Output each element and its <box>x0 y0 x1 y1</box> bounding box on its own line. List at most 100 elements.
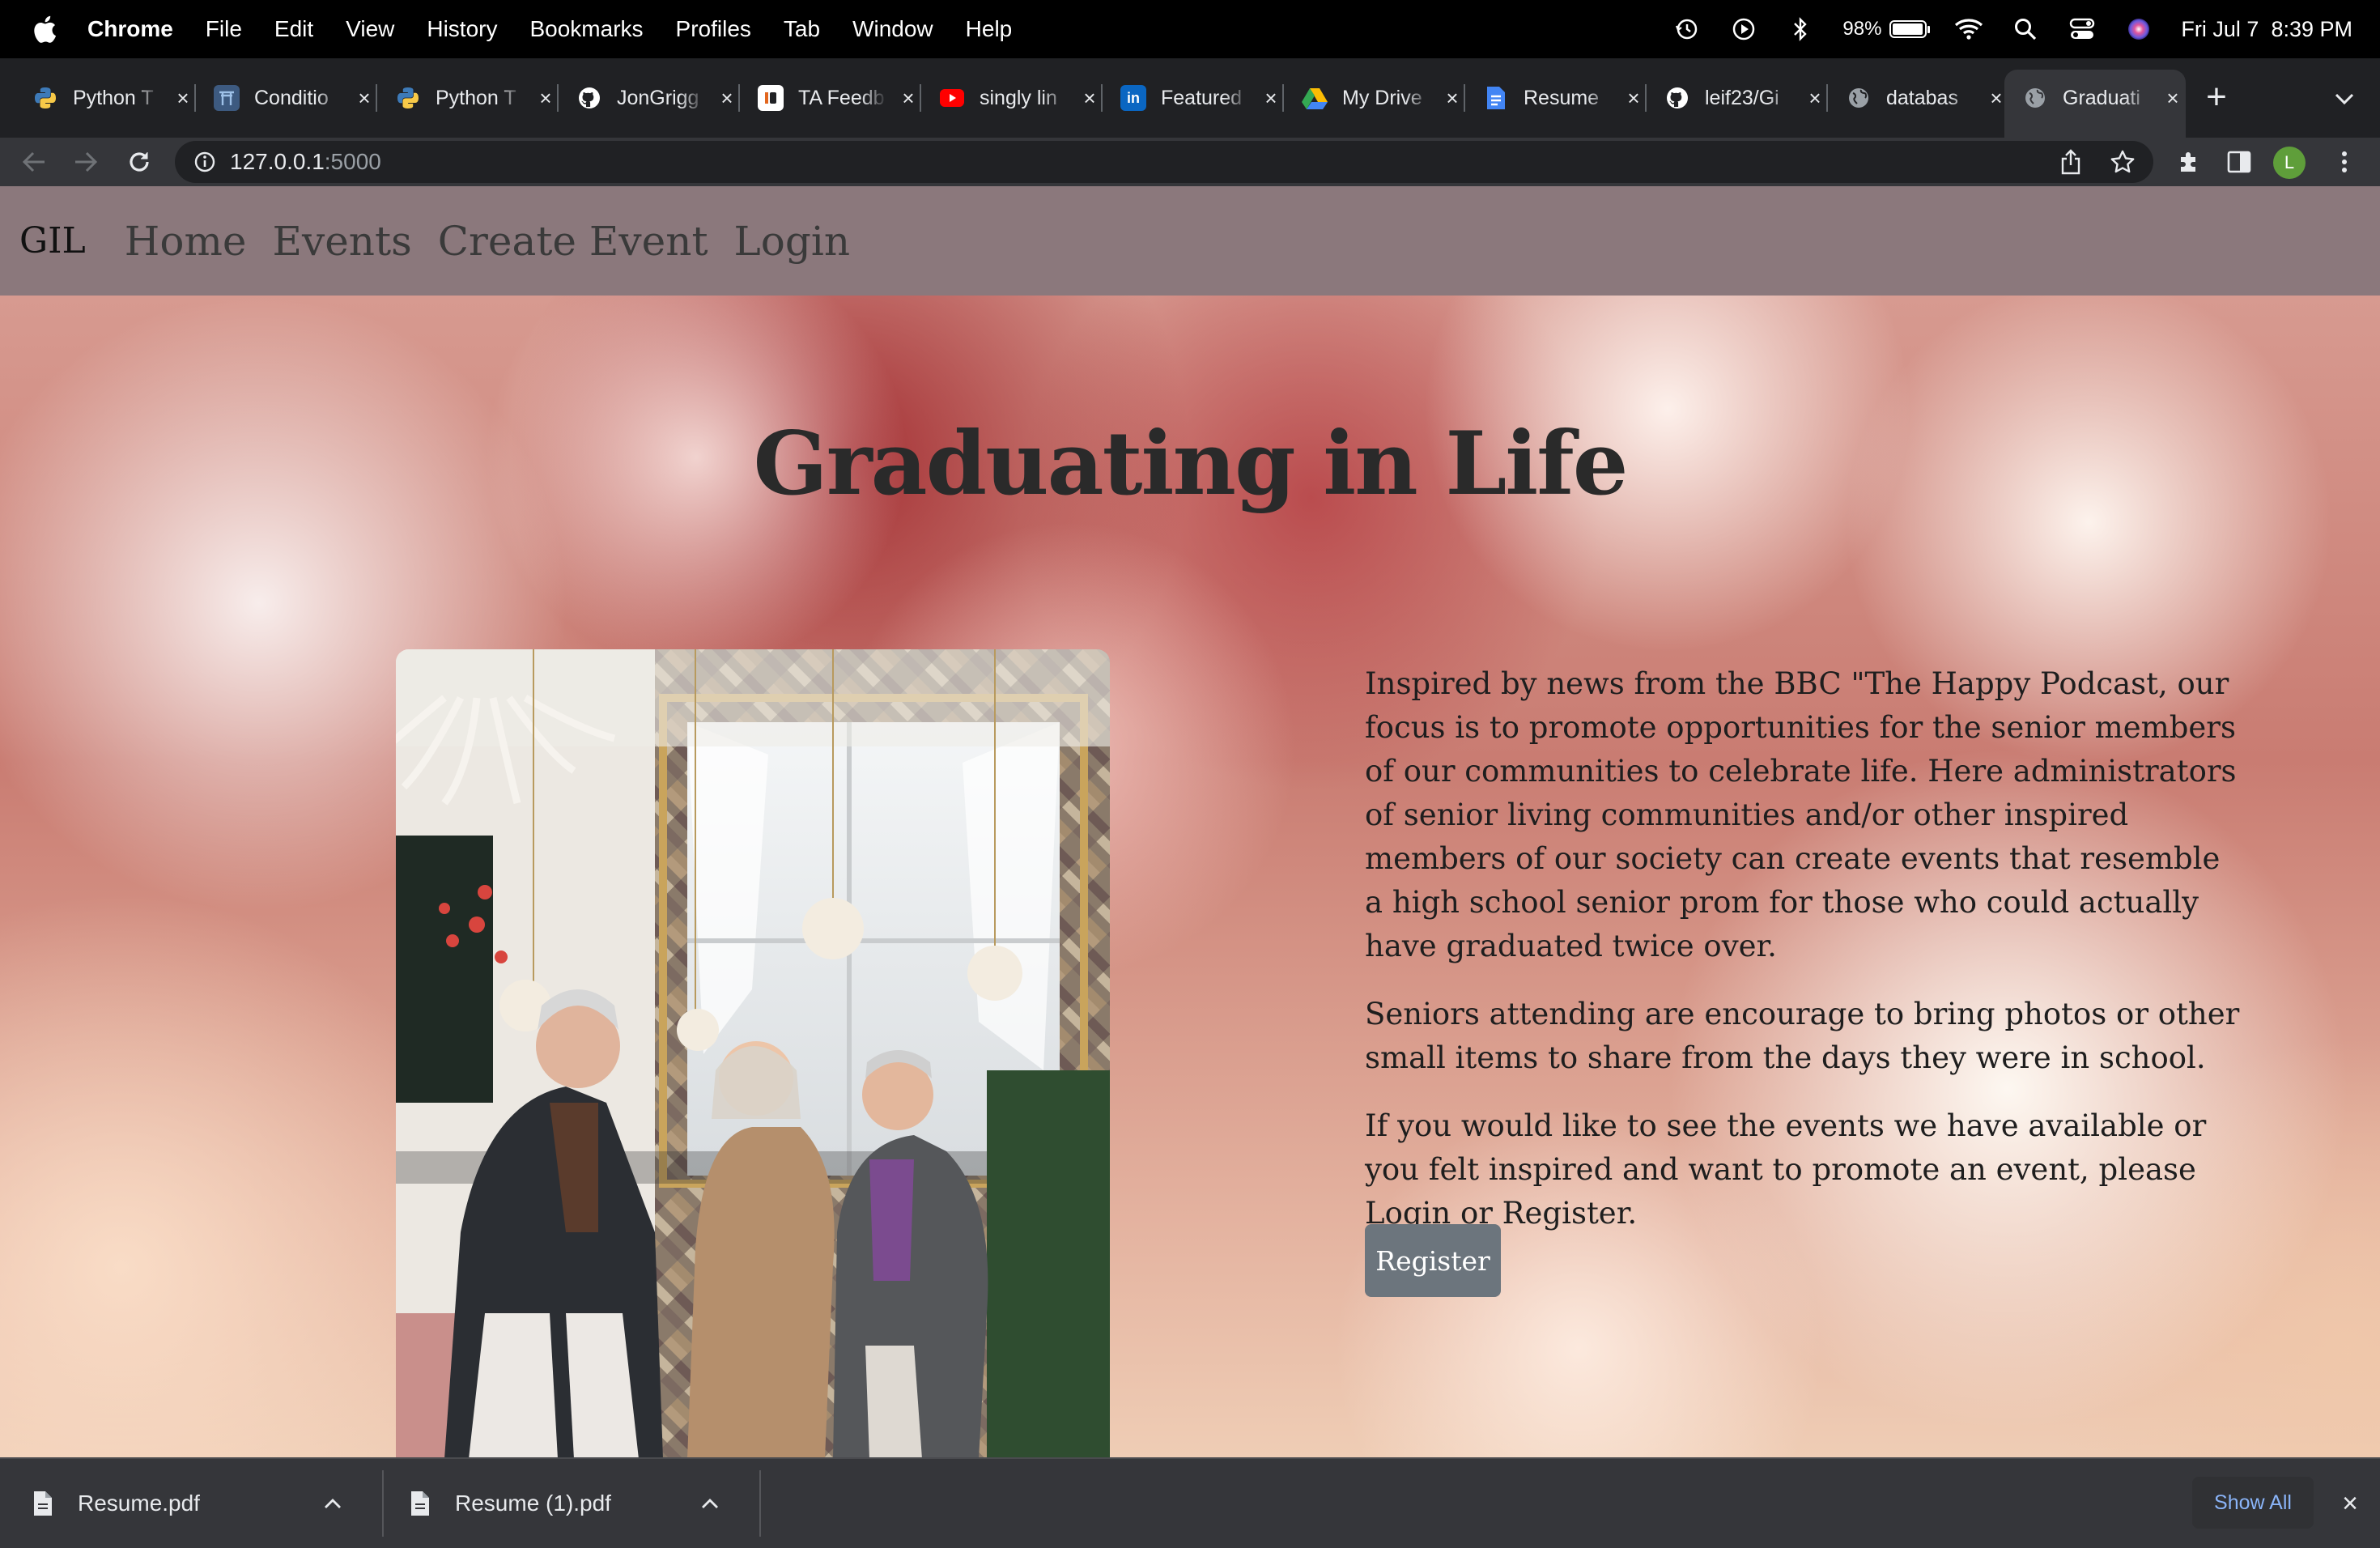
github-icon <box>1664 85 1690 111</box>
browser-toolbar: 127.0.0.1:5000 L <box>0 138 2380 186</box>
menu-view[interactable]: View <box>346 16 394 42</box>
spotlight-search-icon[interactable] <box>2011 15 2040 44</box>
tab-close-icon[interactable]: × <box>1260 86 1282 110</box>
profile-avatar[interactable]: L <box>2273 147 2306 179</box>
tab-conditions[interactable]: Conditio × <box>196 70 377 126</box>
back-arrow-icon[interactable] <box>16 144 52 180</box>
tab-close-icon[interactable]: × <box>1078 86 1101 110</box>
apple-menu-icon[interactable] <box>31 13 58 45</box>
tab-search-chevron-icon[interactable] <box>2328 83 2361 115</box>
tab-database[interactable]: databas × <box>1828 70 2009 126</box>
tab-title: Python T <box>73 86 154 109</box>
control-center-icon[interactable] <box>2068 15 2097 44</box>
tab-title: Featured <box>1161 86 1243 109</box>
clock[interactable]: Fri Jul 7 8:39 PM <box>2181 17 2352 42</box>
docs-icon <box>1483 85 1509 111</box>
time-machine-icon[interactable] <box>1672 15 1702 44</box>
globe-icon <box>2022 85 2048 111</box>
menu-profiles[interactable]: Profiles <box>676 16 751 42</box>
tab-title: leif23/Gi <box>1705 86 1779 109</box>
menu-tab[interactable]: Tab <box>784 16 820 42</box>
tab-google-drive[interactable]: My Drive × <box>1284 70 1465 126</box>
nav-link-create-event[interactable]: Create Event <box>438 218 708 265</box>
chevron-up-icon[interactable] <box>698 1491 722 1516</box>
menu-app-name[interactable]: Chrome <box>87 16 173 42</box>
tab-google-docs-resume[interactable]: Resume × <box>1465 70 1647 126</box>
tab-close-icon[interactable]: × <box>172 86 194 110</box>
nav-link-home[interactable]: Home <box>125 218 247 265</box>
siri-icon[interactable] <box>2124 15 2153 44</box>
tab-title: Conditio <box>254 86 329 109</box>
download-filename: Resume (1).pdf <box>455 1491 611 1516</box>
tab-youtube[interactable]: singly lin × <box>921 70 1103 126</box>
tab-close-icon[interactable]: × <box>2161 86 2184 110</box>
tab-title: Python T <box>436 86 516 109</box>
download-shelf: Resume.pdf Resume (1).pdf Show All × <box>0 1457 2380 1548</box>
download-item[interactable]: Resume (1).pdf <box>377 1459 722 1548</box>
intro-copy: Inspired by news from the BBC "The Happy… <box>1365 662 2247 1260</box>
menu-edit[interactable]: Edit <box>274 16 313 42</box>
download-item[interactable]: Resume.pdf <box>0 1459 345 1548</box>
menu-history[interactable]: History <box>427 16 497 42</box>
tab-python-1[interactable]: Python T × <box>15 70 196 126</box>
forward-arrow-icon[interactable] <box>68 144 104 180</box>
tab-python-2[interactable]: Python T × <box>377 70 559 126</box>
menu-window[interactable]: Window <box>852 16 933 42</box>
torii-icon <box>214 85 240 111</box>
globe-icon <box>1846 85 1872 111</box>
wifi-icon[interactable] <box>1954 15 1983 44</box>
share-icon[interactable] <box>2053 144 2089 180</box>
tab-title: JonGrigg <box>617 86 699 109</box>
battery-icon <box>1889 20 1931 38</box>
tab-close-icon[interactable]: × <box>897 86 920 110</box>
page-title: Graduating in Life <box>753 413 1629 515</box>
tab-close-icon[interactable]: × <box>534 86 557 110</box>
file-icon <box>32 1490 53 1517</box>
tab-title: Graduati <box>2063 86 2140 109</box>
linkedin-icon: in <box>1120 85 1146 111</box>
intro-paragraph-1: Inspired by news from the BBC "The Happy… <box>1365 666 2237 963</box>
site-info-icon[interactable] <box>193 150 217 174</box>
web-page-viewport: GIL Home Events Create Event Login Gradu… <box>0 186 2380 1457</box>
python-icon <box>395 85 421 111</box>
ta-icon <box>758 85 784 111</box>
address-bar[interactable]: 127.0.0.1:5000 <box>175 141 2153 183</box>
extensions-puzzle-icon[interactable] <box>2171 144 2207 180</box>
site-navbar: GIL Home Events Create Event Login <box>0 186 2380 296</box>
tab-github-jongrigg[interactable]: JonGrigg × <box>559 70 740 126</box>
bluetooth-icon[interactable] <box>1786 15 1815 44</box>
new-tab-button[interactable]: + <box>2199 79 2234 117</box>
menu-file[interactable]: File <box>206 16 242 42</box>
tab-linkedin[interactable]: in Featured × <box>1103 70 1284 126</box>
side-panel-icon[interactable] <box>2221 144 2257 180</box>
download-filename: Resume.pdf <box>78 1491 200 1516</box>
python-icon <box>32 85 58 111</box>
intro-paragraph-2: Seniors attending are encourage to bring… <box>1365 997 2240 1075</box>
show-all-downloads-button[interactable]: Show All <box>2192 1477 2314 1529</box>
menu-bookmarks[interactable]: Bookmarks <box>529 16 643 42</box>
tab-close-icon[interactable]: × <box>1804 86 1826 110</box>
reload-icon[interactable] <box>121 144 157 180</box>
chrome-menu-kebab-icon[interactable] <box>2327 144 2362 180</box>
menu-help[interactable]: Help <box>966 16 1013 42</box>
tab-close-icon[interactable]: × <box>716 86 738 110</box>
drive-icon <box>1302 85 1328 111</box>
site-brand-link[interactable]: GIL <box>19 220 86 262</box>
battery-indicator[interactable]: 98% <box>1842 18 1931 40</box>
tab-github-leif23[interactable]: leif23/Gi × <box>1647 70 1828 126</box>
tab-ta-feedback[interactable]: TA Feedb × <box>740 70 921 126</box>
tab-close-icon[interactable]: × <box>1441 86 1464 110</box>
intro-paragraph-3: If you would like to see the events we h… <box>1365 1108 2207 1231</box>
close-shelf-icon[interactable]: × <box>2335 1488 2365 1519</box>
chevron-up-icon[interactable] <box>321 1491 345 1516</box>
register-button[interactable]: Register <box>1365 1224 1501 1297</box>
nav-link-login[interactable]: Login <box>734 218 851 265</box>
tab-close-icon[interactable]: × <box>353 86 376 110</box>
file-icon <box>410 1490 431 1517</box>
media-play-icon[interactable] <box>1729 15 1758 44</box>
nav-link-events[interactable]: Events <box>272 218 411 265</box>
bookmark-star-icon[interactable] <box>2105 144 2140 180</box>
tab-close-icon[interactable]: × <box>1622 86 1645 110</box>
tab-graduating-active[interactable]: Graduati × <box>2004 70 2186 138</box>
github-icon <box>576 85 602 111</box>
